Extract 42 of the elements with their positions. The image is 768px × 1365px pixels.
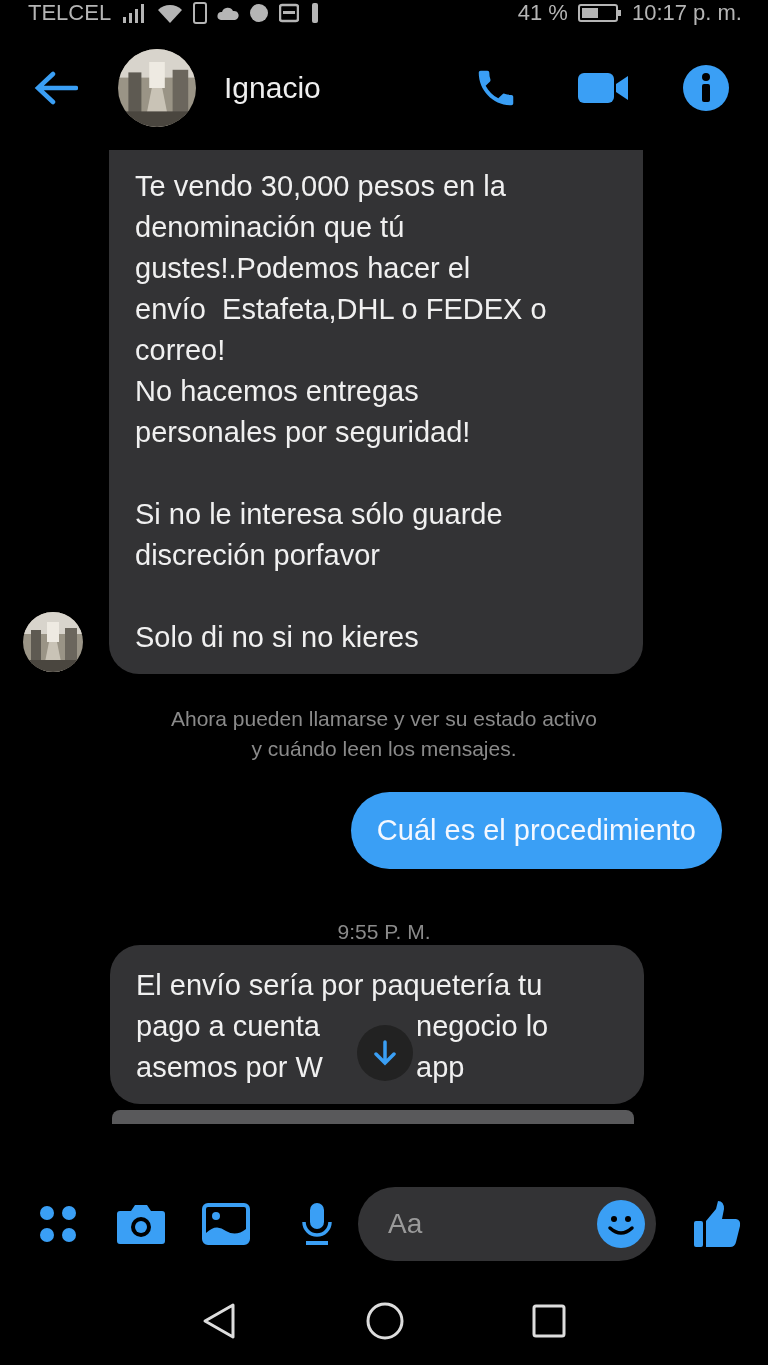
smiley-face-icon[interactable]	[596, 1199, 646, 1249]
message-text: asemos por W	[136, 1050, 324, 1085]
message-text: Solo di no si no kieres	[135, 621, 419, 653]
message-text: envío Estafeta,DHL o FEDEX o	[135, 293, 547, 325]
message-text: El envío sería por paquetería tu	[136, 969, 543, 1001]
back-triangle-icon[interactable]	[202, 1302, 236, 1340]
message-text: negocio lo	[416, 1009, 550, 1044]
message-text: No hacemos entregas	[135, 375, 419, 407]
message-input-field[interactable]: Aa	[386, 1207, 596, 1241]
message-text: pago a cuenta	[136, 1009, 321, 1044]
message-text: app	[416, 1050, 466, 1085]
system-notice: Ahora pueden llamarse y ver su estado activo y cuándo leen los mensajes.	[169, 706, 599, 762]
message-field[interactable]: Aa	[358, 1187, 656, 1261]
image-icon[interactable]	[202, 1203, 250, 1245]
clock-time: 10:17 p. m.	[631, 0, 742, 26]
battery-icon	[577, 3, 622, 23]
message-text: correo!	[135, 334, 226, 366]
contact-name: Ignacio	[224, 71, 322, 105]
apps-icon[interactable]	[38, 1204, 78, 1244]
cloud-icon	[217, 5, 240, 21]
timestamp: 9:55 P. M.	[336, 919, 432, 945]
microphone-icon[interactable]	[300, 1202, 334, 1246]
sent-message: Cuál es el procedimiento	[350, 792, 722, 869]
battery-percent: 41 %	[517, 0, 568, 26]
wifi-icon	[157, 3, 184, 23]
back-arrow-icon[interactable]	[34, 71, 78, 105]
phone-icon	[193, 2, 208, 24]
recents-square-icon[interactable]	[532, 1304, 566, 1338]
message-text: personales por seguridad!	[135, 416, 471, 448]
info-icon[interactable]	[682, 64, 730, 112]
thumbs-up-icon[interactable]	[692, 1199, 742, 1249]
carrier-name: TELCEL	[28, 0, 112, 26]
camera-icon[interactable]	[116, 1203, 166, 1245]
message-text: Si no le interesa sólo guarde	[135, 498, 503, 530]
message-text: Te vendo 30,000 pesos en la	[135, 170, 506, 202]
scroll-down-button[interactable]	[357, 1025, 413, 1081]
message-text: denominación que tú	[135, 211, 405, 243]
circle-icon	[249, 3, 270, 23]
message-text: discreción porfavor	[135, 539, 380, 571]
home-circle-icon[interactable]	[366, 1302, 404, 1340]
down-arrow-icon	[374, 1040, 396, 1066]
message-text: gustes!.Podemos hacer el	[135, 252, 471, 284]
